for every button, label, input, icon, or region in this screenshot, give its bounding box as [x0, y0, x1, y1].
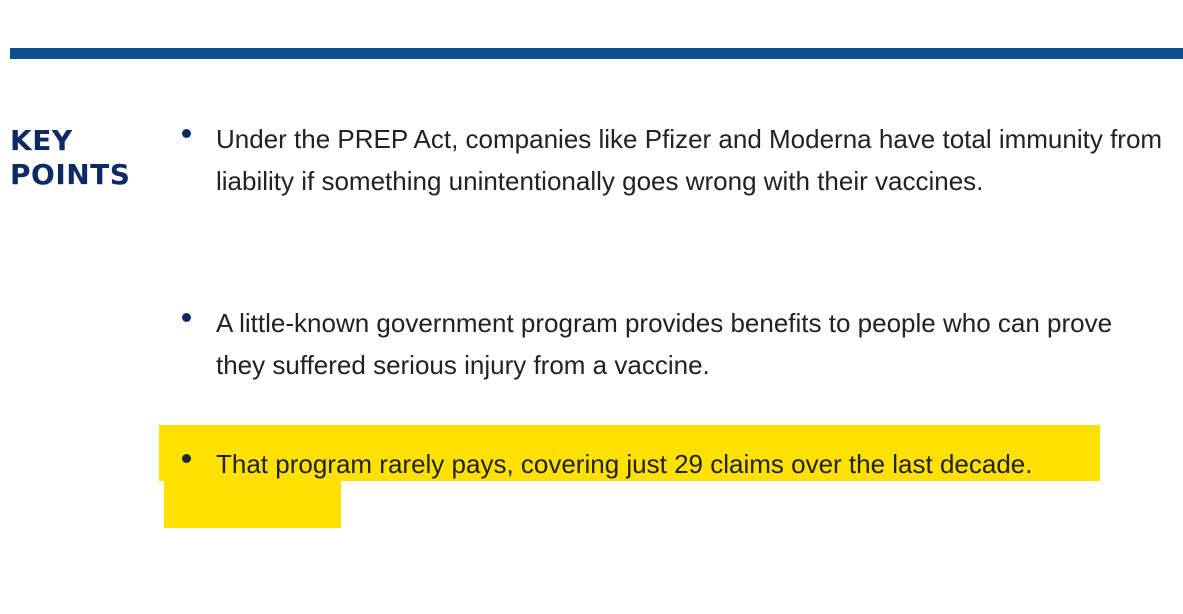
bullet-text: A little-known government program provid…: [216, 308, 1113, 380]
list-item: Under the PREP Act, companies like Pfize…: [182, 119, 1166, 202]
list-item-highlighted: That program rarely pays, covering just …: [182, 444, 1166, 486]
bullet-text: Under the PREP Act, companies like Pfize…: [216, 124, 1163, 196]
list-item: A little-known government program provid…: [182, 303, 1166, 386]
bullet-dot-icon: [182, 313, 191, 322]
bullet-dot-icon: [182, 129, 191, 138]
key-points-list: Under the PREP Act, companies like Pfize…: [0, 0, 1183, 614]
bullet-text: That program rarely pays, covering just …: [216, 449, 1033, 479]
bullet-dot-icon: [182, 454, 191, 463]
